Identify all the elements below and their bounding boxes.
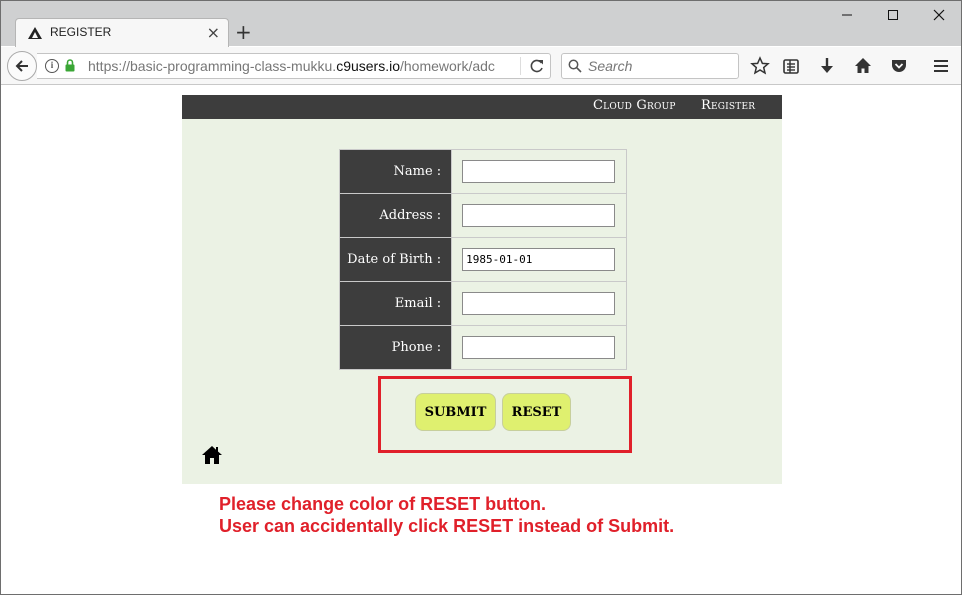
reader-list-icon[interactable] [781,56,801,76]
annotation-line-1: Please change color of RESET button. [219,494,547,514]
name-field[interactable] [462,160,616,183]
name-cell [451,149,627,194]
site-header: Cloud Group Register [182,95,782,119]
search-input[interactable] [588,57,733,75]
email-field[interactable] [462,292,616,315]
phone-field[interactable] [462,336,616,359]
phone-label: Phone : [338,325,453,370]
browser-tab[interactable]: REGISTER × [15,18,229,47]
url-separator [520,57,521,75]
home-icon[interactable] [853,56,873,76]
address-cell [451,193,627,238]
form-row-phone: Phone : [338,325,627,370]
address-label: Address : [338,193,453,238]
form-row-name: Name : [338,149,627,194]
dob-label: Date of Birth : [338,237,453,282]
phone-cell [451,325,627,370]
tab-close-icon[interactable]: × [207,23,220,42]
back-button[interactable] [7,51,37,81]
tab-title: REGISTER [50,25,112,39]
bookmark-star-icon[interactable] [750,56,770,76]
menu-icon[interactable] [931,56,951,76]
form-row-dob: Date of Birth : [338,237,627,282]
email-cell [451,281,627,326]
info-icon[interactable]: i [45,59,59,73]
name-label: Name : [338,149,453,194]
maximize-button[interactable] [883,7,903,27]
site-favicon-icon [28,27,42,39]
url-prefix: https://basic-programming-class-mukku. [88,58,337,74]
lock-icon [65,59,75,72]
email-label: Email : [338,281,453,326]
url-path: /homework/adc [400,58,495,74]
search-bar[interactable] [561,53,739,79]
home-icon[interactable] [202,445,222,465]
annotation-text: Please change color of RESET button. Use… [219,493,674,537]
search-icon [568,59,582,73]
reload-icon[interactable] [527,56,547,76]
url-domain: c9users.io [336,58,400,74]
url-bar[interactable]: i https://basic-programming-class-mukku.… [37,53,551,79]
nav-link-register[interactable]: Register [701,98,755,113]
nav-link-cloud-group[interactable]: Cloud Group [593,98,676,113]
annotation-line-2: User can accidentally click RESET instea… [219,516,675,536]
minimize-icon [842,14,852,16]
dob-field[interactable] [462,248,616,271]
annotation-highlight-box [378,376,632,453]
maximize-icon [888,10,898,20]
pocket-icon[interactable] [889,56,909,76]
register-form-table: Name : Address : Date of Birth : Email :… [338,149,627,370]
download-icon[interactable] [817,56,837,76]
url-text[interactable]: https://basic-programming-class-mukku.c9… [88,58,498,74]
back-icon [15,60,28,72]
dob-cell [451,237,627,282]
close-icon [933,9,945,21]
address-field[interactable] [462,204,616,227]
minimize-button[interactable] [837,7,857,27]
new-tab-button[interactable]: + [235,21,252,43]
browser-window: REGISTER × + i https://basic-programming… [0,0,962,595]
navigation-bar: i https://basic-programming-class-mukku.… [1,47,961,85]
close-window-button[interactable] [929,7,949,27]
form-row-address: Address : [338,193,627,238]
title-bar: REGISTER × + [1,1,961,47]
form-row-email: Email : [338,281,627,326]
